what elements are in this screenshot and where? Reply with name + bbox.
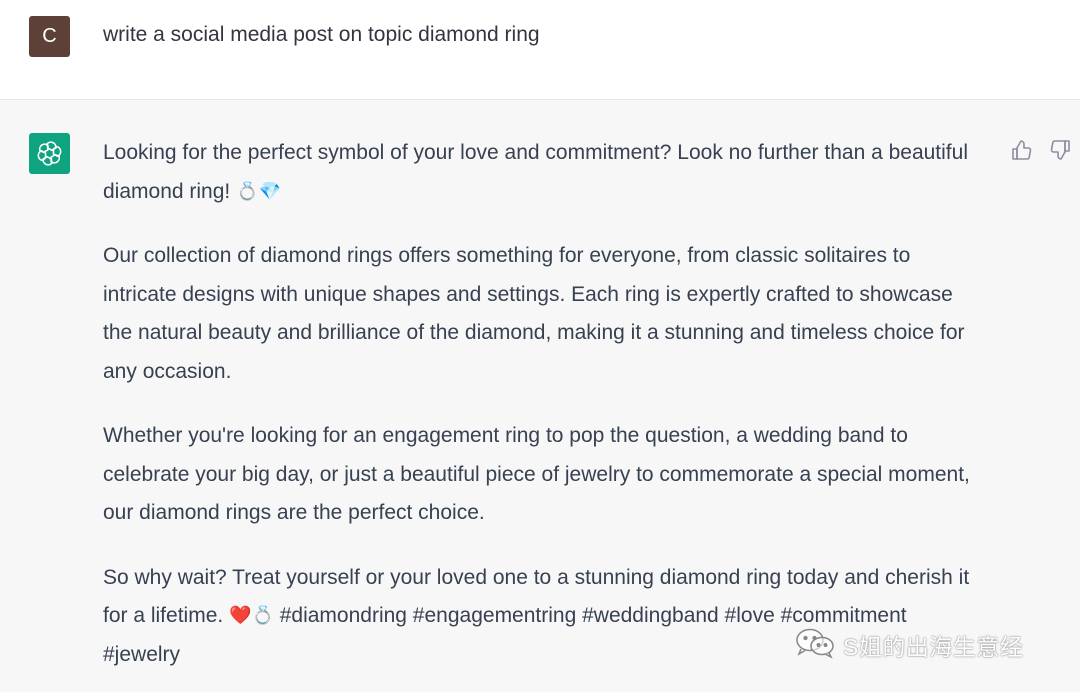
assistant-message-text: Looking for the perfect symbol of your l…	[103, 134, 983, 700]
answer-paragraph-1: Looking for the perfect symbol of your l…	[103, 134, 983, 211]
heart-emoji: ❤️	[229, 605, 252, 626]
assistant-message-row: Looking for the perfect symbol of your l…	[0, 100, 1080, 692]
answer-paragraph-2: Our collection of diamond rings offers s…	[103, 244, 965, 383]
gem-emoji: 💎	[258, 180, 281, 202]
thumbs-up-icon[interactable]	[1010, 138, 1034, 162]
ring-emoji: 💍	[251, 605, 274, 626]
watermark: S姐的出海生意经	[793, 628, 1023, 662]
watermark-text: S姐的出海生意经	[843, 634, 1024, 660]
paragraph-text: Looking for the perfect symbol of your l…	[103, 141, 968, 203]
ring-emoji: 💍	[236, 180, 259, 202]
answer-paragraph-3: Whether you're looking for an engagement…	[103, 424, 970, 524]
user-avatar: C	[29, 16, 70, 57]
user-message-row: C write a social media post on topic dia…	[0, 0, 1080, 100]
openai-logo-icon	[29, 133, 70, 174]
user-message-text: write a social media post on topic diamo…	[103, 23, 540, 46]
thumbs-down-icon[interactable]	[1048, 138, 1072, 162]
wechat-icon	[793, 626, 839, 665]
